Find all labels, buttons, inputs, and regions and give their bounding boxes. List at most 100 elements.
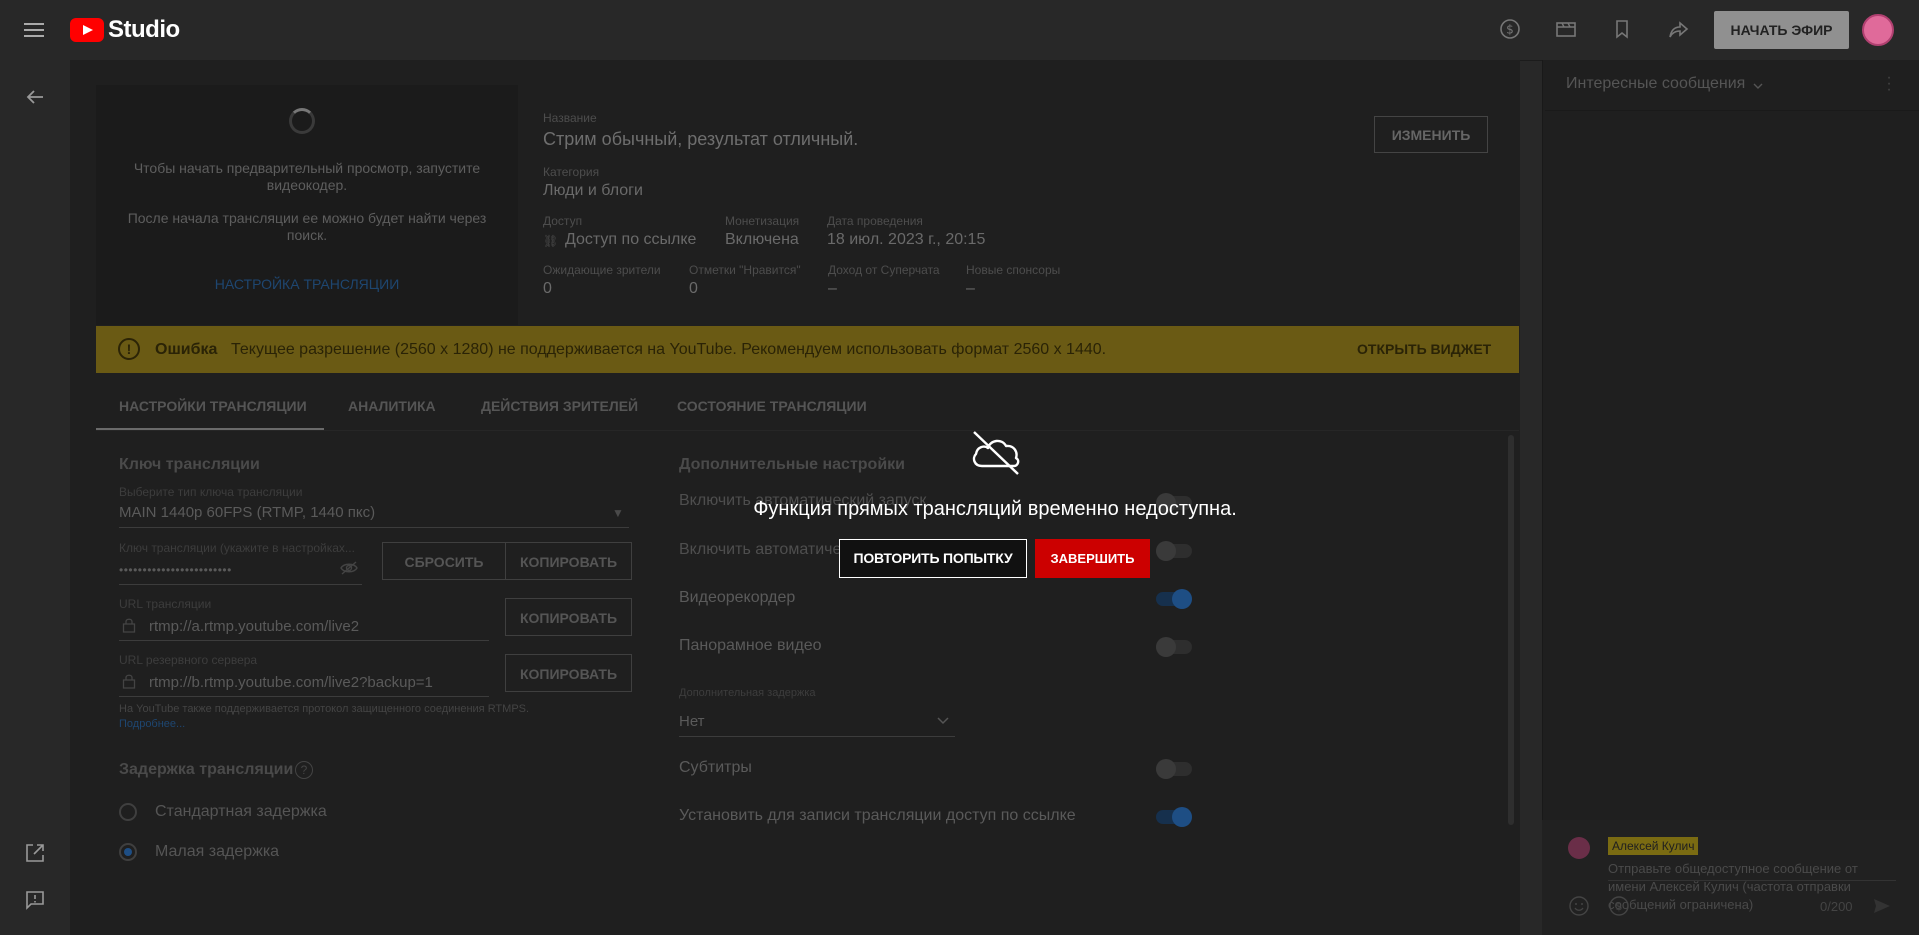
auto-stop-toggle[interactable] xyxy=(1156,541,1192,561)
avatar[interactable] xyxy=(1862,14,1894,46)
go-live-button[interactable]: НАЧАТЬ ЭФИР xyxy=(1714,11,1849,49)
svg-text:$: $ xyxy=(1616,900,1623,913)
stream-setup-link[interactable]: НАСТРОЙКА ТРАНСЛЯЦИИ xyxy=(96,276,518,292)
access-value: Доступ по ссылке xyxy=(565,231,697,248)
subtitles-label: Субтитры xyxy=(679,759,752,776)
learn-more-link[interactable]: Подробнее... xyxy=(119,718,185,730)
stream-url-label: URL трансляции xyxy=(119,597,212,611)
chat-panel xyxy=(1542,60,1919,935)
radio-standard-latency[interactable] xyxy=(119,803,137,821)
chevron-down-icon xyxy=(936,713,950,727)
external-link-icon[interactable] xyxy=(22,842,48,868)
chevron-down-icon xyxy=(1752,79,1764,91)
copy-url-button[interactable]: КОПИРОВАТЬ xyxy=(505,598,632,636)
dvr-toggle[interactable] xyxy=(1156,589,1192,609)
preview-message: Чтобы начать предварительный просмотр, з… xyxy=(133,160,481,193)
rtmps-note: На YouTube также поддерживается протокол… xyxy=(119,703,530,715)
superchat-label: Доход от Суперчата xyxy=(828,263,940,277)
likes-label: Отметки "Нравится" xyxy=(689,263,801,277)
more-vert-icon[interactable]: · · · xyxy=(1886,70,1892,98)
sponsors-value: – xyxy=(966,280,975,297)
copy-backup-url-button[interactable]: КОПИРОВАТЬ xyxy=(505,654,632,692)
copy-key-button[interactable]: КОПИРОВАТЬ xyxy=(505,542,632,580)
stream-key-underline xyxy=(119,584,362,585)
stream-key-heading: Ключ трансляции xyxy=(119,456,260,473)
show-key-eye-icon[interactable] xyxy=(340,561,358,578)
chat-input-underline xyxy=(1608,880,1896,881)
emoji-icon[interactable] xyxy=(1568,895,1590,917)
link-icon: ⛓ xyxy=(543,234,559,248)
finish-button[interactable]: ЗАВЕРШИТЬ xyxy=(1035,539,1150,578)
error-message: Текущее разрешение (2560 x 1280) не подд… xyxy=(231,341,1107,358)
chat-header-divider xyxy=(1545,110,1919,111)
panoramic-toggle[interactable] xyxy=(1156,637,1192,657)
additional-settings-heading: Дополнительные настройки xyxy=(679,456,905,473)
preview-message-search: После начала трансляции ее можно будет н… xyxy=(127,210,487,243)
share-icon[interactable] xyxy=(1666,18,1690,42)
lock-icon xyxy=(122,673,136,689)
key-type-select[interactable]: MAIN 1440p 60FPS (RTMP, 1440 пкс) xyxy=(119,504,375,521)
feedback-icon[interactable] xyxy=(22,889,48,915)
back-arrow-icon[interactable] xyxy=(22,85,48,111)
stream-key-label: Ключ трансляции (укажите в настройках... xyxy=(119,541,355,555)
chat-char-counter: 0/200 xyxy=(1820,899,1853,914)
settings-scrollbar[interactable] xyxy=(1508,435,1514,825)
access-label: Доступ xyxy=(543,214,583,228)
delay-underline xyxy=(679,736,955,737)
backup-url-field[interactable]: rtmp://b.rtmp.youtube.com/live2?backup=1 xyxy=(149,674,433,691)
latency-heading: Задержка трансляции xyxy=(119,761,294,778)
stream-key-field[interactable]: •••••••••••••••••••••••• xyxy=(119,563,232,577)
logo-text: Studio xyxy=(108,16,180,43)
sponsors-label: Новые спонсоры xyxy=(966,263,1061,277)
studio-logo[interactable]: Studio xyxy=(70,16,180,43)
stream-url-field[interactable]: rtmp://a.rtmp.youtube.com/live2 xyxy=(149,618,359,635)
standard-latency-label: Стандартная задержка xyxy=(155,803,327,820)
unlisted-record-toggle[interactable] xyxy=(1156,807,1192,827)
lock-icon xyxy=(122,617,136,633)
edit-button[interactable]: ИЗМЕНИТЬ xyxy=(1374,116,1488,153)
open-widget-button[interactable]: ОТКРЫТЬ ВИДЖЕТ xyxy=(1357,341,1491,357)
chat-user-name: Алексей Кулич xyxy=(1608,837,1699,855)
superchat-value: – xyxy=(828,280,837,297)
send-icon[interactable] xyxy=(1872,896,1892,916)
hamburger-icon[interactable] xyxy=(22,19,46,41)
unlisted-record-label: Установить для записи трансляции доступ … xyxy=(679,807,1076,824)
chat-mode-select[interactable]: Интересные сообщения xyxy=(1566,75,1745,93)
dollar-icon[interactable]: $ xyxy=(1498,18,1522,42)
low-latency-label: Малая задержка xyxy=(155,843,280,860)
delay-select[interactable]: Нет xyxy=(679,713,705,730)
tabs-divider xyxy=(96,430,1519,431)
stream-url-underline xyxy=(119,640,489,641)
backup-url-underline xyxy=(119,696,489,697)
retry-button[interactable]: ПОВТОРИТЬ ПОПЫТКУ xyxy=(839,539,1027,578)
currency-icon[interactable]: $ xyxy=(1608,895,1630,917)
svg-text:$: $ xyxy=(1506,23,1514,37)
bookmark-icon[interactable] xyxy=(1610,18,1634,42)
category-value: Люди и блоги xyxy=(543,182,643,199)
radio-low-latency[interactable] xyxy=(119,843,137,861)
monetization-label: Монетизация xyxy=(725,214,800,228)
tab-analytics[interactable]: АНАЛИТИКА xyxy=(348,398,436,414)
tab-viewer-actions[interactable]: ДЕЙСТВИЯ ЗРИТЕЛЕЙ xyxy=(481,398,638,414)
youtube-logo-icon xyxy=(70,18,104,42)
date-value: 18 июл. 2023 г., 20:15 xyxy=(827,231,986,248)
chat-avatar xyxy=(1568,837,1590,859)
category-label: Категория xyxy=(543,165,600,179)
delay-label: Дополнительная задержка xyxy=(679,687,816,699)
help-icon[interactable]: ? xyxy=(295,761,313,779)
backup-url-label: URL резервного сервера xyxy=(119,653,258,667)
subtitles-toggle[interactable] xyxy=(1156,759,1192,779)
dvr-label: Видеорекордер xyxy=(679,589,796,606)
likes-value: 0 xyxy=(689,280,698,297)
cloud-off-icon xyxy=(968,428,1024,476)
tab-stream-settings[interactable]: НАСТРОЙКИ ТРАНСЛЯЦИИ xyxy=(119,398,307,414)
tab-stream-health[interactable]: СОСТОЯНИЕ ТРАНСЛЯЦИИ xyxy=(677,398,867,414)
modal-title: Функция прямых трансляций временно недос… xyxy=(753,498,1237,520)
left-rail xyxy=(0,60,71,935)
monetization-value: Включена xyxy=(725,231,799,248)
error-label: Ошибка xyxy=(155,341,218,358)
key-type-label: Выберите тип ключа трансляции xyxy=(119,485,303,499)
reset-key-button[interactable]: СБРОСИТЬ xyxy=(382,542,506,580)
panoramic-label: Панорамное видео xyxy=(679,637,822,654)
clapperboard-icon[interactable] xyxy=(1554,18,1578,42)
